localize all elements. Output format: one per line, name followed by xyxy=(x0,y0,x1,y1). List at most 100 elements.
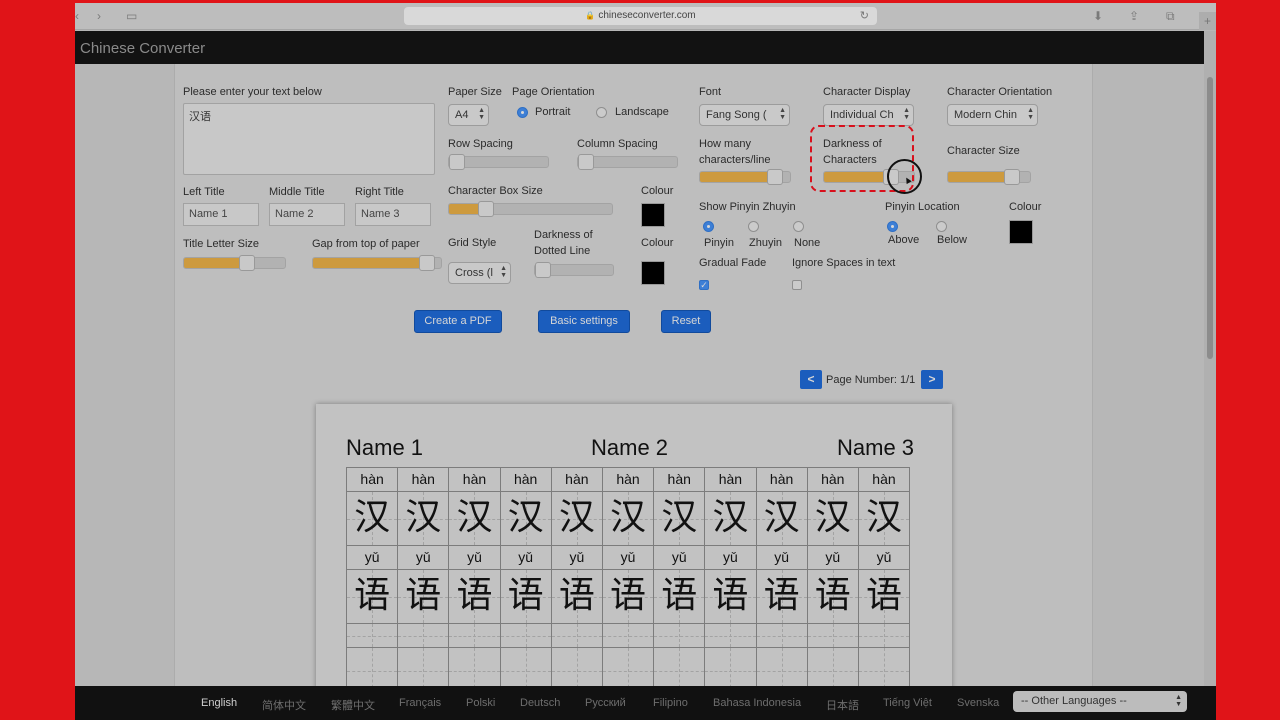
character-cell: 语 xyxy=(449,570,501,624)
language-link[interactable]: 简体中文 xyxy=(262,697,306,713)
character-grid: hàn hàn hàn hàn hàn hàn hàn hàn hàn hàn hàn 汉汉汉汉汉汉汉… xyxy=(346,467,911,694)
darkness-dotted-slider[interactable] xyxy=(534,262,614,278)
middle-title-input[interactable]: Name 2 xyxy=(269,203,345,226)
column-spacing-slider[interactable] xyxy=(577,154,678,170)
address-bar[interactable]: 🔒 chineseconverter.com ↻ xyxy=(404,7,877,25)
select-arrows-icon: ▲ ▼ xyxy=(1027,107,1034,121)
url-text: chineseconverter.com xyxy=(598,10,696,21)
portrait-radio[interactable] xyxy=(517,107,528,118)
slider-handle[interactable] xyxy=(767,169,783,185)
character-glyph: 汉 xyxy=(558,497,595,538)
char-orientation-select[interactable]: Modern Chin ▲ ▼ xyxy=(947,104,1038,126)
download-icon[interactable]: ⬇ xyxy=(1093,8,1103,24)
next-page-button[interactable]: > xyxy=(921,370,943,389)
create-pdf-button[interactable]: Create a PDF xyxy=(414,310,502,333)
back-icon[interactable]: ‹ xyxy=(75,8,79,24)
character-cell: 语 xyxy=(398,570,450,624)
language-link[interactable]: English xyxy=(201,697,237,709)
language-link[interactable]: Svenska xyxy=(957,697,999,709)
language-link[interactable]: Русский xyxy=(585,697,626,709)
language-link[interactable]: Tiếng Việt xyxy=(883,697,932,709)
language-link[interactable]: Français xyxy=(399,697,441,709)
scrollbar-thumb[interactable] xyxy=(1207,77,1213,359)
paper-size-select[interactable]: A4 ▲ ▼ xyxy=(448,104,489,126)
preview-middle-title: Name 2 xyxy=(591,435,669,460)
character-glyph: 语 xyxy=(405,575,442,616)
character-cell: 语 xyxy=(858,570,911,624)
pinyin-colour-swatch[interactable] xyxy=(1009,220,1033,244)
chars-per-line-slider[interactable] xyxy=(699,169,791,185)
tabs-icon[interactable]: ⧉ xyxy=(1166,8,1175,24)
empty-cell xyxy=(551,624,603,648)
slider-handle[interactable] xyxy=(419,255,435,271)
character-glyph: 语 xyxy=(558,575,595,616)
slider-handle[interactable] xyxy=(449,154,465,170)
share-icon[interactable]: ⇪ xyxy=(1129,8,1139,24)
gap-top-slider[interactable] xyxy=(312,255,442,271)
row-spacing-slider[interactable] xyxy=(448,154,549,170)
slider-handle[interactable] xyxy=(239,255,255,271)
text-input[interactable]: 汉语 xyxy=(183,103,435,175)
character-glyph: 汉 xyxy=(456,497,493,538)
page-scrollbar[interactable] xyxy=(1204,31,1216,686)
pinyin-cell: hàn xyxy=(551,468,603,492)
gradual-fade-label: Gradual Fade xyxy=(699,257,767,269)
right-title-input[interactable]: Name 3 xyxy=(355,203,431,226)
sidebar-icon[interactable]: ▭ xyxy=(126,8,137,24)
font-select[interactable]: Fang Song (▲ ▼ xyxy=(699,104,790,126)
worksheet-preview: Name 1 Name 2 Name 3 hàn hàn hàn hàn hàn hàn h… xyxy=(316,404,952,694)
line-colour-swatch[interactable] xyxy=(641,261,665,285)
language-link[interactable]: 日本語 xyxy=(826,697,859,713)
slider-handle[interactable] xyxy=(1004,169,1020,185)
select-arrows-icon: ▲ ▼ xyxy=(500,265,507,279)
select-arrows-icon: ▲ ▼ xyxy=(478,107,485,121)
language-link[interactable]: 繁體中文 xyxy=(331,697,375,713)
line-colour-label: Colour xyxy=(641,237,674,249)
grid-style-select[interactable]: Cross (l ▲ ▼ xyxy=(448,262,511,284)
basic-settings-button[interactable]: Basic settings xyxy=(538,310,630,333)
language-link[interactable]: Polski xyxy=(466,697,495,709)
pinyin-cell: hàn xyxy=(398,468,450,492)
text-input-label: Please enter your text below xyxy=(183,86,322,98)
app-title[interactable]: Chinese Converter xyxy=(80,40,205,57)
chars-per-line-label-1: How many xyxy=(699,138,751,150)
landscape-radio[interactable] xyxy=(596,107,607,118)
character-cell: 语 xyxy=(500,570,552,624)
prev-page-button[interactable]: < xyxy=(800,370,822,389)
zhuyin-label: Zhuyin xyxy=(749,237,783,249)
slider-handle[interactable] xyxy=(578,154,594,170)
slider-fill xyxy=(948,172,1012,182)
language-link[interactable]: Bahasa Indonesia xyxy=(713,697,801,709)
character-glyph: 语 xyxy=(507,575,544,616)
gradual-fade-checkbox[interactable]: ✓ xyxy=(699,280,709,290)
char-size-slider[interactable] xyxy=(947,169,1031,185)
slider-handle[interactable] xyxy=(478,201,494,217)
character-glyph: 语 xyxy=(712,575,749,616)
pinyin-radio[interactable] xyxy=(703,221,714,232)
box-colour-swatch[interactable] xyxy=(641,203,665,227)
forward-icon[interactable]: › xyxy=(97,8,101,24)
zhuyin-radio[interactable] xyxy=(748,221,759,232)
reset-button[interactable]: Reset xyxy=(661,310,711,333)
ignore-spaces-checkbox[interactable] xyxy=(792,280,802,290)
above-radio[interactable] xyxy=(887,221,898,232)
below-radio[interactable] xyxy=(936,221,947,232)
slider-fill xyxy=(184,258,247,268)
left-title-input[interactable]: Name 1 xyxy=(183,203,259,226)
grid-style-label: Grid Style xyxy=(448,237,497,249)
char-box-size-slider[interactable] xyxy=(448,201,613,217)
title-letter-size-slider[interactable] xyxy=(183,255,286,271)
language-link[interactable]: Deutsch xyxy=(520,697,560,709)
character-glyph: 语 xyxy=(610,575,647,616)
pinyin-cell: yǔ xyxy=(705,546,757,570)
app-navbar: Chinese Converter xyxy=(75,31,1204,64)
none-radio[interactable] xyxy=(793,221,804,232)
reload-icon[interactable]: ↻ xyxy=(860,7,869,25)
other-languages-select[interactable]: -- Other Languages -- ▲ ▼ xyxy=(1013,691,1187,712)
new-tab-icon[interactable]: + xyxy=(1199,12,1216,30)
language-link[interactable]: Filipino xyxy=(653,697,688,709)
slider-handle[interactable] xyxy=(535,262,551,278)
char-display-select[interactable]: Individual Ch ▲ ▼ xyxy=(823,104,914,126)
character-glyph: 汉 xyxy=(610,497,647,538)
paper-size-label: Paper Size xyxy=(448,86,502,98)
